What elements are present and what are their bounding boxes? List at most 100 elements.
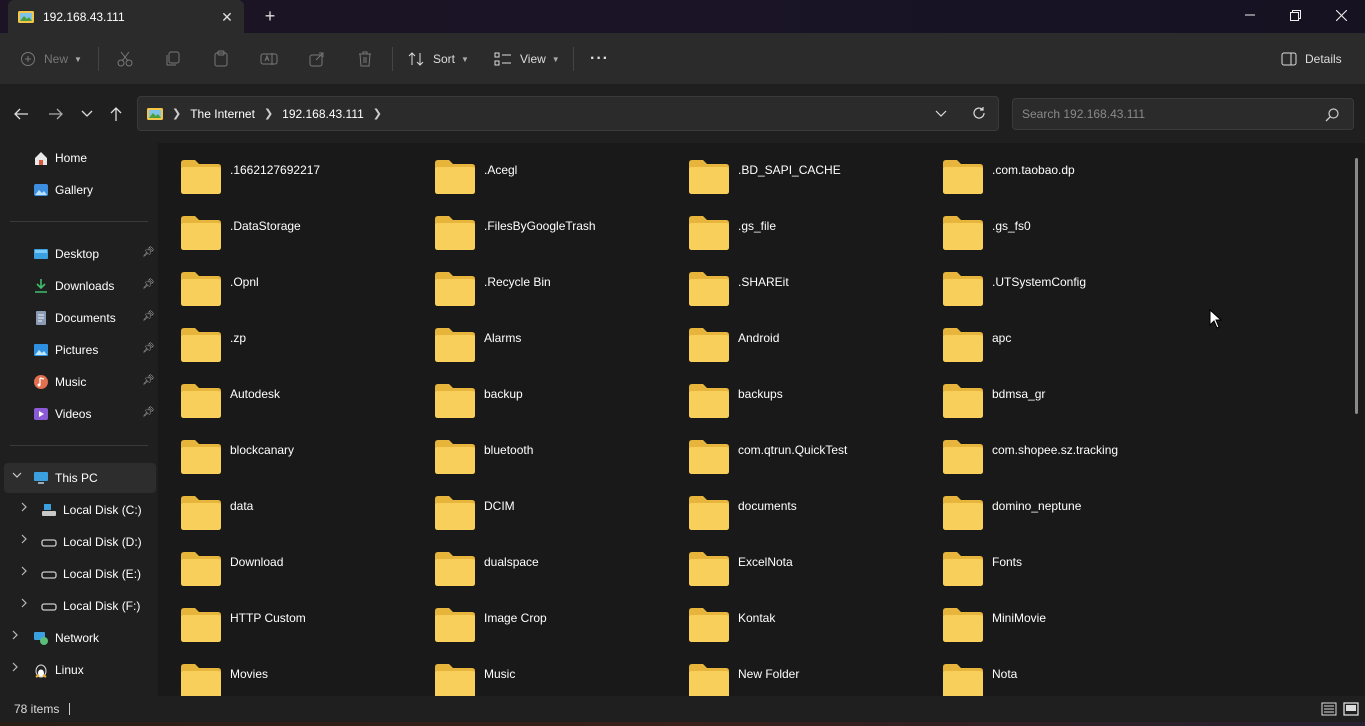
new-tab-button[interactable]: +	[260, 6, 280, 26]
pin-icon[interactable]: 📌︎	[142, 311, 155, 322]
sidebar-item-drive-d[interactable]: Local Disk (D:)	[41, 528, 142, 556]
chevron-down-icon[interactable]	[12, 471, 22, 482]
cut-button[interactable]	[116, 33, 134, 85]
folder-item[interactable]: Download	[180, 541, 430, 591]
sidebar-item-pictures[interactable]: Pictures	[33, 336, 98, 364]
rename-button[interactable]	[260, 33, 278, 85]
folder-item[interactable]: ExcelNota	[688, 541, 938, 591]
address-dropdown-button[interactable]	[935, 107, 947, 121]
recent-locations-button[interactable]	[75, 103, 99, 125]
pin-icon[interactable]: 📌︎	[142, 343, 155, 354]
folder-item[interactable]: .DataStorage	[180, 205, 430, 255]
chevron-right-icon[interactable]	[12, 630, 19, 643]
folder-item[interactable]: .FilesByGoogleTrash	[434, 205, 684, 255]
folder-item[interactable]: .gs_file	[688, 205, 938, 255]
folder-item[interactable]: DCIM	[434, 485, 684, 535]
folder-item[interactable]: Kontak	[688, 597, 938, 647]
sidebar-item-home[interactable]: Home	[33, 144, 87, 172]
chevron-right-icon[interactable]: ❯	[264, 107, 273, 120]
large-icons-view-button[interactable]	[1342, 700, 1360, 718]
pin-icon[interactable]: 📌︎	[142, 247, 155, 258]
folder-item[interactable]: Fonts	[942, 541, 1192, 591]
sidebar-item-gallery[interactable]: Gallery	[33, 176, 93, 204]
folder-item[interactable]: com.shopee.sz.tracking	[942, 429, 1192, 479]
sidebar-item-documents[interactable]: Documents	[33, 304, 116, 332]
chevron-right-icon[interactable]	[21, 534, 28, 547]
folder-item[interactable]: apc	[942, 317, 1192, 367]
chevron-right-icon[interactable]	[21, 566, 28, 579]
chevron-right-icon[interactable]	[21, 502, 28, 515]
sidebar-item-network[interactable]: Network	[33, 624, 99, 652]
sidebar-item-desktop[interactable]: Desktop	[33, 240, 99, 268]
folder-item[interactable]: Android	[688, 317, 938, 367]
pin-icon[interactable]: 📌︎	[142, 279, 155, 290]
folder-item[interactable]: .Recycle Bin	[434, 261, 684, 311]
new-button[interactable]: New ▼	[20, 33, 82, 85]
breadcrumb-the-internet[interactable]: The Internet	[190, 107, 255, 121]
more-options-button[interactable]: ···	[590, 33, 609, 85]
sidebar-item-downloads[interactable]: Downloads	[33, 272, 114, 300]
divider	[10, 221, 148, 222]
folder-item[interactable]: .com.taobao.dp	[942, 149, 1192, 199]
folder-item[interactable]: dualspace	[434, 541, 684, 591]
sidebar-item-music[interactable]: Music	[33, 368, 86, 396]
folder-item[interactable]: blockcanary	[180, 429, 430, 479]
folder-item[interactable]: backups	[688, 373, 938, 423]
chevron-right-icon[interactable]: ❯	[373, 107, 382, 120]
up-button[interactable]	[104, 103, 128, 125]
folder-item[interactable]: documents	[688, 485, 938, 535]
folder-item[interactable]: Autodesk	[180, 373, 430, 423]
sidebar-item-this-pc[interactable]: This PC	[33, 464, 98, 492]
folder-item[interactable]: .UTSystemConfig	[942, 261, 1192, 311]
folder-item[interactable]: com.qtrun.QuickTest	[688, 429, 938, 479]
sidebar-item-videos[interactable]: Videos	[33, 400, 91, 428]
copy-button[interactable]	[164, 33, 182, 85]
close-window-button[interactable]	[1318, 0, 1364, 30]
search-box[interactable]	[1012, 98, 1354, 130]
refresh-button[interactable]	[972, 106, 986, 123]
pin-icon[interactable]: 📌︎	[142, 375, 155, 386]
folder-item[interactable]: domino_neptune	[942, 485, 1192, 535]
chevron-right-icon[interactable]	[12, 662, 19, 675]
restore-button[interactable]	[1272, 0, 1318, 30]
sort-button[interactable]: Sort ▼	[407, 33, 469, 85]
forward-button[interactable]	[44, 103, 68, 125]
folder-item[interactable]: MiniMovie	[942, 597, 1192, 647]
delete-button[interactable]	[356, 33, 374, 85]
folder-item[interactable]: .SHAREit	[688, 261, 938, 311]
back-button[interactable]	[9, 103, 33, 125]
paste-button[interactable]	[212, 33, 230, 85]
pin-icon[interactable]: 📌︎	[142, 407, 155, 418]
folder-item[interactable]: Image Crop	[434, 597, 684, 647]
folder-item[interactable]: Alarms	[434, 317, 684, 367]
address-bar[interactable]: ❯ The Internet ❯ 192.168.43.111 ❯	[137, 96, 999, 131]
sidebar-item-drive-e[interactable]: Local Disk (E:)	[41, 560, 141, 588]
folder-item[interactable]: .1662127692217	[180, 149, 430, 199]
folder-item[interactable]: .zp	[180, 317, 430, 367]
folder-item[interactable]: .gs_fs0	[942, 205, 1192, 255]
title-bar: 192.168.43.111 ✕ +	[0, 0, 1365, 33]
tab-current[interactable]: 192.168.43.111 ✕	[8, 0, 244, 33]
view-button[interactable]: View ▼	[494, 33, 560, 85]
folder-item[interactable]: .Opnl	[180, 261, 430, 311]
minimize-button[interactable]	[1227, 0, 1273, 30]
search-icon[interactable]	[1325, 108, 1339, 122]
folder-item[interactable]: .Acegl	[434, 149, 684, 199]
sidebar-item-drive-c[interactable]: Local Disk (C:)	[41, 496, 142, 524]
folder-item[interactable]: .BD_SAPI_CACHE	[688, 149, 938, 199]
vertical-scrollbar[interactable]	[1355, 158, 1358, 414]
folder-item[interactable]: bluetooth	[434, 429, 684, 479]
folder-item[interactable]: data	[180, 485, 430, 535]
folder-item[interactable]: bdmsa_gr	[942, 373, 1192, 423]
breadcrumb-ip[interactable]: 192.168.43.111	[282, 107, 364, 121]
sidebar-item-linux[interactable]: Linux	[33, 656, 84, 684]
folder-item[interactable]: HTTP Custom	[180, 597, 430, 647]
share-button[interactable]	[308, 33, 326, 85]
search-input[interactable]	[1022, 107, 1312, 121]
sidebar-item-drive-f[interactable]: Local Disk (F:)	[41, 592, 140, 620]
details-button[interactable]: Details	[1281, 33, 1342, 85]
details-view-button[interactable]	[1320, 700, 1338, 718]
chevron-right-icon[interactable]	[21, 598, 28, 611]
folder-item[interactable]: backup	[434, 373, 684, 423]
close-tab-icon[interactable]: ✕	[218, 8, 236, 26]
